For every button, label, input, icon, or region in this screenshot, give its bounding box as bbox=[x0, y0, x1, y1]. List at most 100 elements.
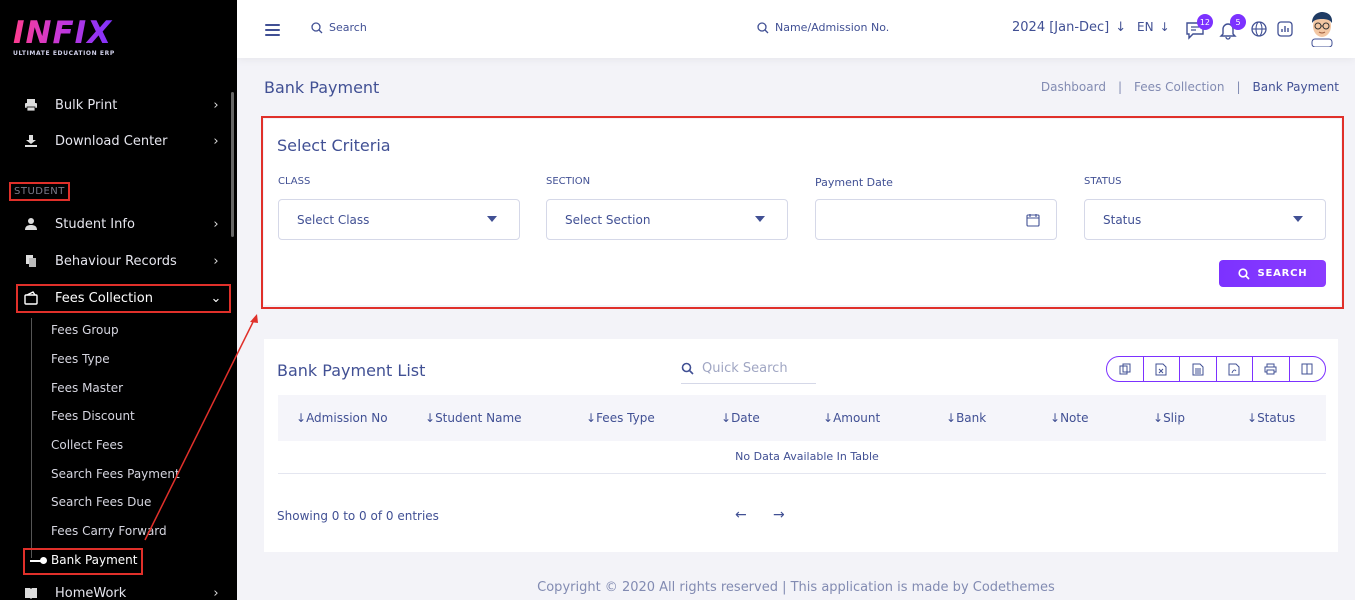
menu-toggle-icon[interactable] bbox=[265, 24, 280, 36]
sidebar-item-student-info[interactable]: Student Info › bbox=[22, 211, 222, 237]
calendar-icon[interactable] bbox=[1026, 213, 1040, 227]
breadcrumb-separator: | bbox=[1236, 80, 1241, 94]
notifications-button[interactable]: 5 bbox=[1218, 14, 1246, 40]
submenu-item-collect-fees[interactable]: Collect Fees bbox=[51, 438, 123, 452]
column-header-label: Date bbox=[731, 411, 760, 425]
column-header-label: Student Name bbox=[435, 411, 522, 425]
column-header-label: Amount bbox=[833, 411, 881, 425]
chevron-right-icon: › bbox=[213, 585, 219, 600]
column-header-status[interactable]: ↓Status bbox=[1247, 411, 1295, 425]
sort-icon: ↓ bbox=[586, 411, 597, 425]
user-avatar[interactable] bbox=[1307, 11, 1337, 48]
status-select[interactable]: Status bbox=[1084, 199, 1326, 240]
column-header-date[interactable]: ↓Date bbox=[721, 411, 760, 425]
sidebar: INFIX ULTIMATE EDUCATION ERP Bulk Print … bbox=[0, 0, 237, 600]
reports-button[interactable] bbox=[1276, 20, 1296, 40]
sidebar-item-behaviour-records[interactable]: Behaviour Records › bbox=[22, 248, 222, 274]
breadcrumb-current: Bank Payment bbox=[1252, 80, 1340, 94]
sidebar-item-label: Bulk Print bbox=[55, 97, 118, 113]
section-select[interactable]: Select Section bbox=[546, 199, 788, 240]
sort-icon: ↓ bbox=[425, 411, 436, 425]
document-icon bbox=[22, 252, 40, 270]
column-header-label: Bank bbox=[956, 411, 987, 425]
breadcrumb-fees-collection[interactable]: Fees Collection bbox=[1134, 80, 1224, 94]
arrow-down-icon: ↓ bbox=[1159, 20, 1170, 34]
messages-badge: 12 bbox=[1196, 14, 1213, 30]
logo[interactable]: INFIX ULTIMATE EDUCATION ERP bbox=[13, 14, 115, 57]
payment-date-label: Payment Date bbox=[815, 176, 893, 189]
wallet-icon bbox=[22, 289, 40, 307]
messages-button[interactable]: 12 bbox=[1185, 14, 1213, 40]
submenu-item-search-fees-payment[interactable]: Search Fees Payment bbox=[51, 467, 180, 481]
status-select-value: Status bbox=[1103, 212, 1142, 227]
column-header-label: Slip bbox=[1163, 411, 1185, 425]
sort-icon: ↓ bbox=[1050, 411, 1061, 425]
submenu-item-fees-discount[interactable]: Fees Discount bbox=[51, 409, 135, 423]
column-header-fees-type[interactable]: ↓Fees Type bbox=[586, 411, 655, 425]
csv-button[interactable] bbox=[1180, 357, 1217, 381]
excel-button[interactable] bbox=[1144, 357, 1180, 381]
quick-search-input[interactable]: Quick Search bbox=[681, 354, 816, 384]
logo-subtitle: ULTIMATE EDUCATION ERP bbox=[13, 50, 115, 57]
column-header-amount[interactable]: ↓Amount bbox=[823, 411, 880, 425]
column-header-student-name[interactable]: ↓Student Name bbox=[425, 411, 522, 425]
printer-icon bbox=[22, 96, 40, 114]
column-header-bank[interactable]: ↓Bank bbox=[946, 411, 986, 425]
print-button[interactable] bbox=[1253, 357, 1290, 381]
column-header-admission-no[interactable]: ↓Admission No bbox=[296, 411, 388, 425]
payment-date-input[interactable] bbox=[815, 199, 1057, 240]
academic-year-select[interactable]: 2024 [Jan-Dec] ↓ bbox=[1012, 20, 1126, 35]
section-label: SECTION bbox=[546, 176, 591, 187]
previous-page-button[interactable]: ← bbox=[735, 507, 747, 523]
quick-search-placeholder: Quick Search bbox=[702, 361, 788, 376]
sidebar-scrollbar[interactable] bbox=[231, 92, 234, 237]
sidebar-item-homework[interactable]: HomeWork › bbox=[22, 580, 222, 600]
column-header-slip[interactable]: ↓Slip bbox=[1153, 411, 1185, 425]
columns-icon bbox=[1301, 363, 1313, 375]
submenu-item-fees-group[interactable]: Fees Group bbox=[51, 323, 119, 337]
column-header-label: Note bbox=[1060, 411, 1089, 425]
sort-icon: ↓ bbox=[721, 411, 732, 425]
copy-button[interactable] bbox=[1107, 357, 1144, 381]
search-button[interactable]: SEARCH bbox=[1219, 260, 1326, 287]
search-icon bbox=[681, 362, 694, 375]
global-search[interactable]: Search bbox=[311, 21, 367, 34]
submenu-item-fees-type[interactable]: Fees Type bbox=[51, 352, 110, 366]
column-header-label: Admission No bbox=[306, 411, 388, 425]
submenu-item-bank-payment[interactable]: Bank Payment bbox=[51, 553, 138, 567]
pdf-button[interactable] bbox=[1217, 357, 1253, 381]
breadcrumb-dashboard[interactable]: Dashboard bbox=[1041, 80, 1106, 94]
breadcrumb: Dashboard | Fees Collection | Bank Payme… bbox=[1041, 80, 1339, 94]
admission-search-label: Name/Admission No. bbox=[775, 21, 890, 34]
chevron-right-icon: › bbox=[213, 216, 219, 232]
submenu-item-fees-master[interactable]: Fees Master bbox=[51, 381, 123, 395]
logo-text: INFIX bbox=[13, 14, 115, 52]
user-icon bbox=[22, 215, 40, 233]
page-title: Bank Payment bbox=[264, 78, 380, 97]
admission-search[interactable]: Name/Admission No. bbox=[757, 21, 889, 34]
arrow-down-icon: ↓ bbox=[1115, 20, 1127, 35]
section-label-student: STUDENT bbox=[9, 182, 70, 201]
search-icon bbox=[757, 21, 769, 33]
website-button[interactable] bbox=[1250, 20, 1270, 40]
submenu-item-search-fees-due[interactable]: Search Fees Due bbox=[51, 495, 151, 509]
sort-icon: ↓ bbox=[946, 411, 957, 425]
sidebar-item-download-center[interactable]: Download Center › bbox=[22, 128, 222, 154]
sidebar-item-bulk-print[interactable]: Bulk Print › bbox=[22, 92, 222, 118]
column-visibility-button[interactable] bbox=[1290, 357, 1326, 381]
column-header-note[interactable]: ↓Note bbox=[1050, 411, 1088, 425]
class-select-value: Select Class bbox=[297, 212, 370, 227]
sidebar-item-label: Fees Collection bbox=[55, 290, 153, 306]
search-icon bbox=[311, 21, 323, 33]
printer-icon bbox=[1264, 363, 1277, 375]
next-page-button[interactable]: → bbox=[773, 507, 785, 523]
excel-file-icon bbox=[1155, 363, 1167, 375]
chart-icon bbox=[1277, 21, 1293, 37]
class-select[interactable]: Select Class bbox=[278, 199, 520, 240]
column-header-label: Status bbox=[1257, 411, 1296, 425]
caret-down-icon bbox=[487, 216, 497, 222]
sidebar-item-fees-collection[interactable]: Fees Collection ⌄ bbox=[22, 285, 222, 311]
criteria-title: Select Criteria bbox=[277, 136, 391, 155]
submenu-item-fees-carry-forward[interactable]: Fees Carry Forward bbox=[51, 524, 167, 538]
language-select[interactable]: EN ↓ bbox=[1137, 20, 1170, 34]
